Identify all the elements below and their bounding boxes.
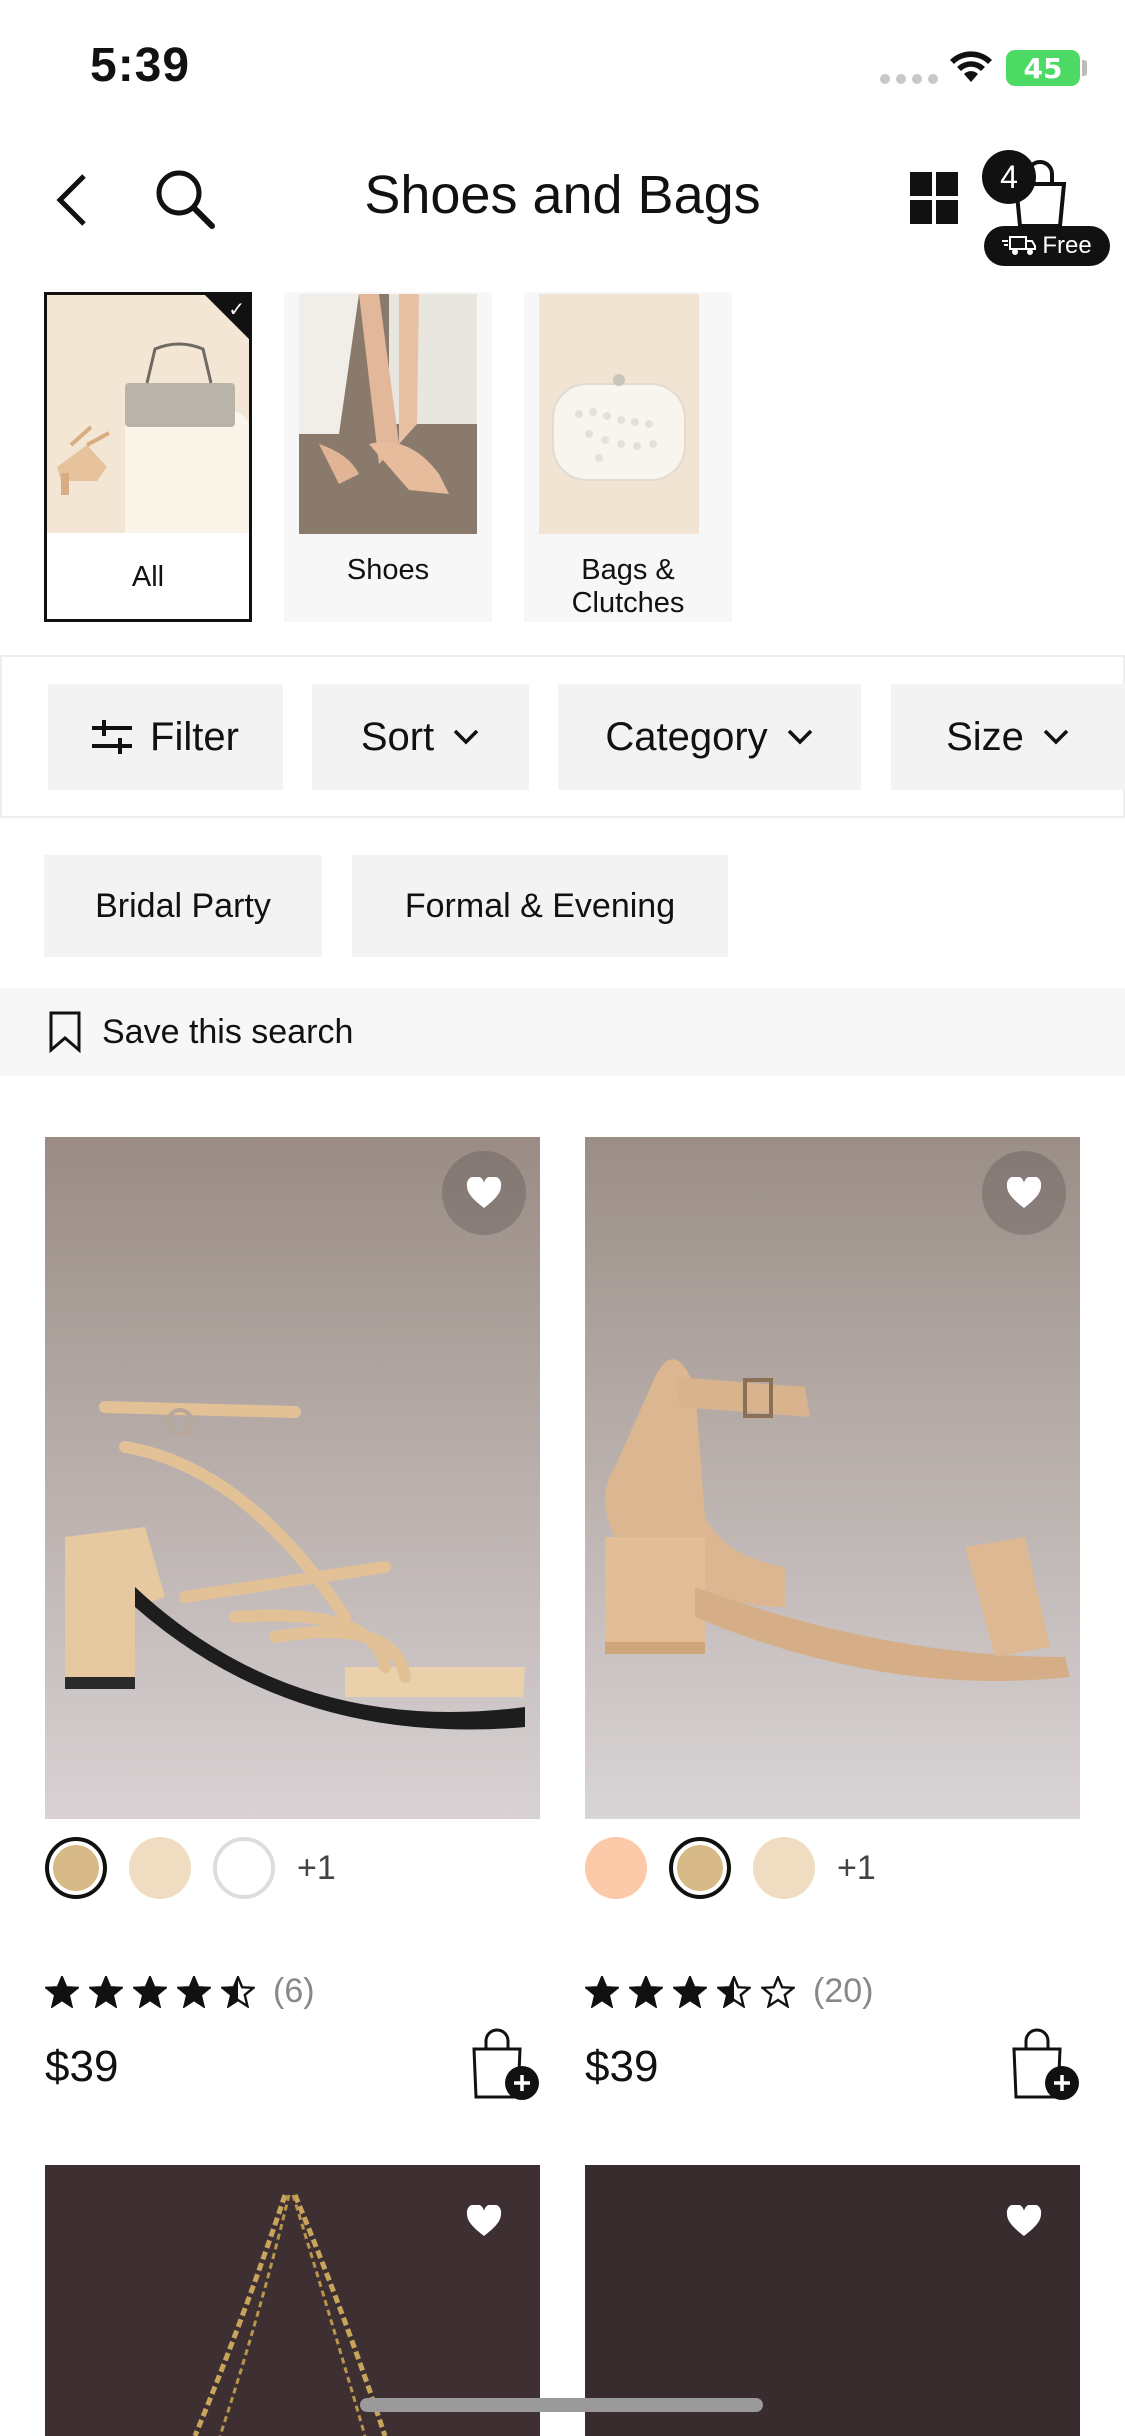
star-half-icon	[717, 1975, 751, 2008]
category-label: Bags & Clutches	[571, 554, 685, 619]
review-count: (20)	[813, 1972, 874, 2010]
star-full-icon	[177, 1975, 211, 2008]
star-full-icon	[629, 1975, 663, 2008]
review-count: (6)	[273, 1972, 315, 2010]
checkmark-icon: ✓	[228, 299, 245, 321]
sort-dropdown[interactable]: Sort	[312, 684, 529, 790]
chevron-down-icon	[453, 729, 479, 745]
product-card[interactable]	[45, 2165, 540, 2436]
bookmark-icon	[48, 1011, 82, 1053]
battery-cap	[1082, 60, 1087, 76]
star-half-icon	[221, 1975, 255, 2008]
wishlist-heart-icon[interactable]	[442, 1151, 526, 1235]
star-full-icon	[133, 1975, 167, 2008]
signal-icon	[880, 74, 938, 84]
category-image-bags	[539, 294, 717, 534]
color-swatch[interactable]	[45, 1837, 107, 1899]
category-tile-shoes[interactable]: Shoes	[284, 292, 492, 622]
color-swatch[interactable]	[753, 1837, 815, 1899]
filter-label: Filter	[150, 714, 239, 759]
save-search-label: Save this search	[102, 1012, 354, 1051]
wifi-icon	[948, 48, 994, 89]
tag-formal-evening[interactable]: Formal & Evening	[352, 855, 728, 957]
save-search-row[interactable]: Save this search	[0, 988, 1125, 1076]
color-swatch[interactable]	[129, 1837, 191, 1899]
color-swatch[interactable]	[669, 1837, 731, 1899]
color-swatches: +1	[585, 1837, 876, 1899]
free-shipping-badge: Free	[984, 226, 1110, 266]
star-full-icon	[673, 1975, 707, 2008]
filter-icon	[92, 720, 133, 754]
free-label: Free	[1042, 232, 1092, 259]
price: $39	[585, 2042, 659, 2091]
color-swatch[interactable]	[585, 1837, 647, 1899]
sort-label: Sort	[360, 714, 435, 759]
category-label: All	[131, 561, 165, 593]
more-colors[interactable]: +1	[837, 1849, 876, 1888]
tag-bridal-party[interactable]: Bridal Party	[44, 855, 322, 957]
battery-level: 45	[1023, 51, 1063, 85]
chevron-down-icon	[787, 729, 812, 745]
category-tiles: All ✓ Shoes Bags & Clutches	[44, 292, 732, 622]
wishlist-heart-icon[interactable]	[442, 2179, 526, 2263]
grid-view-icon[interactable]	[910, 172, 958, 229]
size-label: Size	[946, 714, 1024, 759]
color-swatch[interactable]	[213, 1837, 275, 1899]
rating: (6)	[45, 1972, 315, 2011]
category-tile-all[interactable]: All ✓	[44, 292, 252, 622]
add-to-bag-icon[interactable]	[470, 2027, 540, 2106]
truck-icon	[1002, 236, 1037, 255]
filter-bar: Filter Sort Category Size	[0, 655, 1125, 818]
cart-count-badge: 4	[982, 150, 1036, 204]
filter-button[interactable]: Filter	[48, 684, 283, 790]
product-card[interactable]	[585, 2165, 1080, 2436]
product-image[interactable]	[45, 1137, 540, 1819]
wishlist-heart-icon[interactable]	[982, 1151, 1066, 1235]
wishlist-heart-icon[interactable]	[982, 2179, 1066, 2263]
chevron-down-icon	[1043, 729, 1069, 745]
category-dropdown[interactable]: Category	[558, 684, 861, 790]
rating: (20)	[585, 1972, 873, 2011]
star-full-icon	[89, 1975, 123, 2008]
battery-icon: 45	[1006, 50, 1080, 86]
category-label: Shoes	[346, 554, 430, 586]
star-empty-icon	[761, 1975, 795, 2008]
status-time: 5:39	[90, 39, 191, 92]
product-image[interactable]	[585, 1137, 1080, 1819]
size-dropdown[interactable]: Size	[891, 684, 1125, 790]
price: $39	[45, 2042, 119, 2091]
star-rating	[45, 1975, 255, 2008]
product-card[interactable]: +1 (20) $39	[585, 1137, 1080, 2117]
add-to-bag-icon[interactable]	[1010, 2027, 1080, 2106]
star-full-icon	[45, 1975, 79, 2008]
category-tile-bags[interactable]: Bags & Clutches	[524, 292, 732, 622]
product-card[interactable]: +1 (6) $39	[45, 1137, 540, 2117]
color-swatches: +1	[45, 1837, 336, 1899]
status-bar: 5:39 45	[0, 0, 1125, 130]
category-image-shoes	[299, 294, 477, 534]
star-rating	[585, 1975, 795, 2008]
category-label: Category	[605, 714, 768, 759]
top-nav: Shoes and Bags 4 Free	[0, 130, 1125, 266]
more-colors[interactable]: +1	[297, 1849, 336, 1888]
star-full-icon	[585, 1975, 619, 2008]
home-indicator[interactable]	[360, 2398, 763, 2412]
